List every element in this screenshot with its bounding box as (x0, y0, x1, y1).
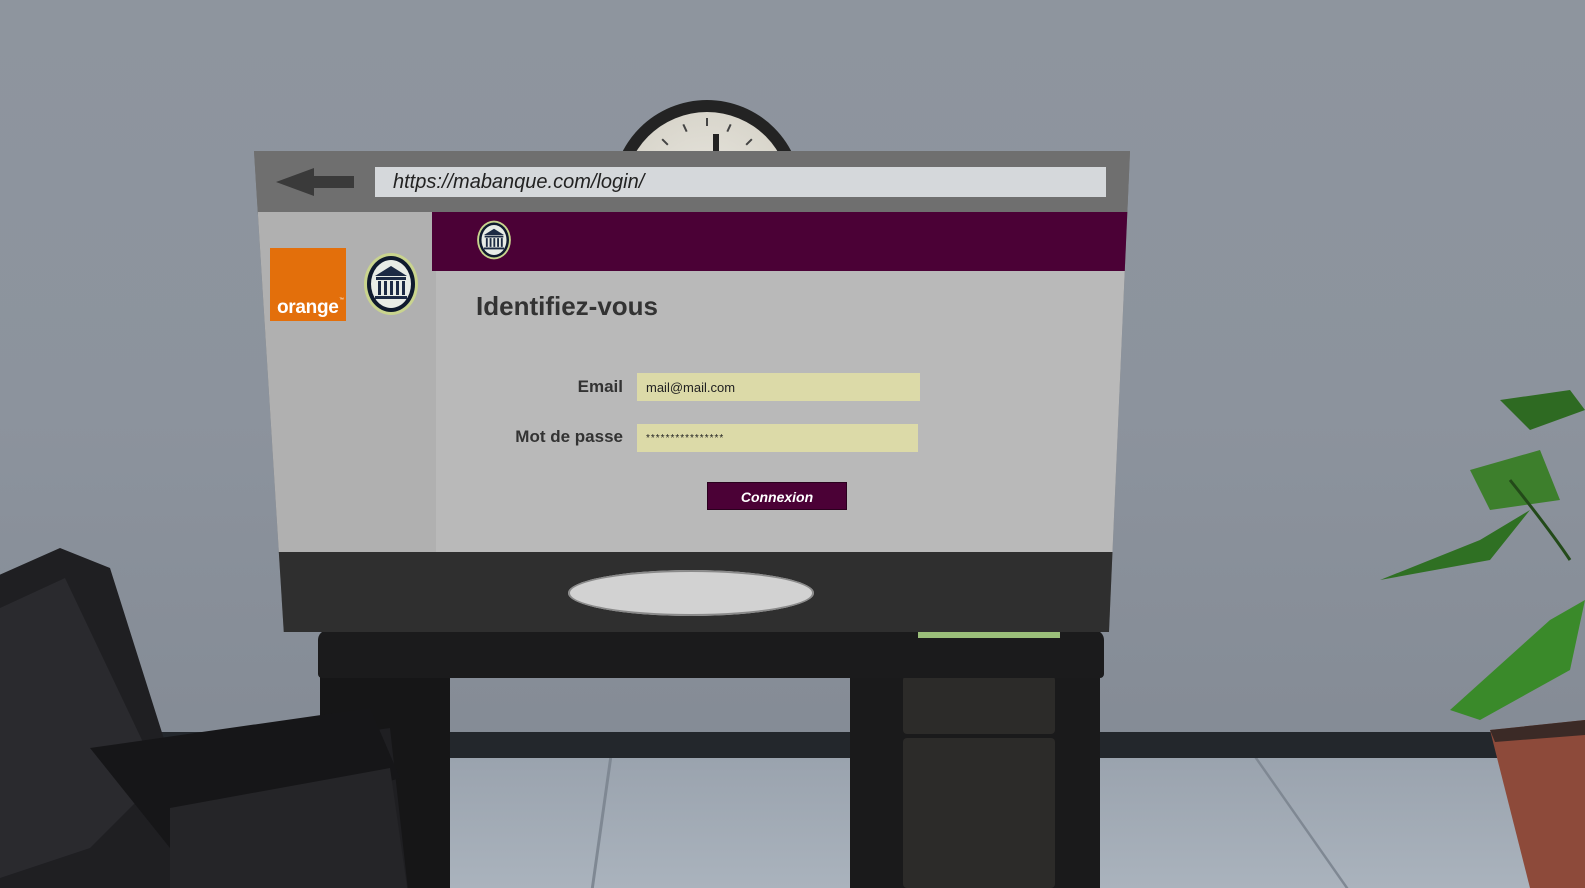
sidebar: orange ™ (258, 212, 436, 552)
desk-drawer[interactable] (903, 738, 1055, 888)
virtual-office-scene: https://mabanque.com/login/ orange ™ Ide… (0, 0, 1585, 888)
back-arrow-icon[interactable] (276, 167, 356, 197)
password-field[interactable] (637, 424, 918, 452)
browser-toolbar: https://mabanque.com/login/ (254, 151, 1130, 212)
login-form: Identifiez-vous Email Mot de passe Conne… (436, 271, 1130, 552)
floor-seam (1254, 758, 1349, 888)
floor-seam (590, 758, 613, 888)
clock-tick (682, 123, 688, 133)
email-field[interactable] (637, 373, 920, 401)
page-title: Identifiez-vous (476, 291, 659, 321)
home-button[interactable] (568, 570, 814, 616)
site-header (432, 212, 1130, 271)
connexion-button[interactable]: Connexion (707, 482, 847, 510)
clock-tick (726, 123, 732, 133)
orange-logo-text: orange (277, 297, 339, 318)
clock-tick (745, 138, 753, 146)
desk-drawer[interactable] (903, 676, 1055, 734)
potted-plant (1380, 390, 1585, 888)
url-bar[interactable]: https://mabanque.com/login/ (375, 167, 1106, 197)
email-label: Email (577, 377, 623, 396)
orange-logo[interactable]: orange ™ (270, 248, 346, 321)
monitor-bezel (254, 552, 1130, 632)
clock-tick (661, 138, 669, 146)
orange-logo-tm: ™ (339, 297, 344, 303)
bank-icon[interactable] (363, 252, 419, 316)
bank-icon[interactable] (476, 220, 512, 260)
clock-tick (706, 118, 708, 126)
browser-monitor: https://mabanque.com/login/ orange ™ Ide… (254, 151, 1130, 632)
password-label: Mot de passe (515, 427, 623, 446)
